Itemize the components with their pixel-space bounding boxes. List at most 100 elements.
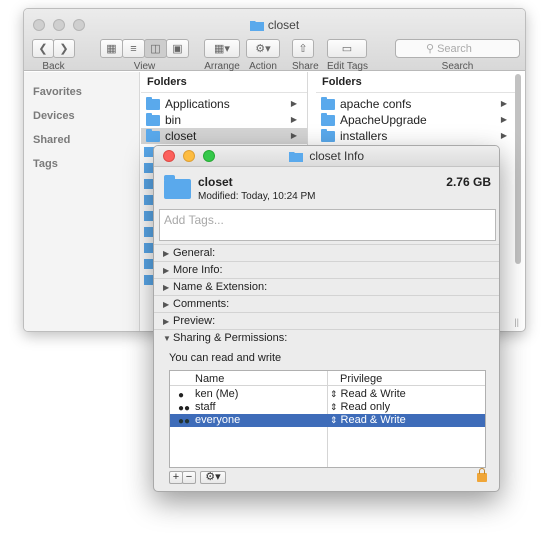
folder-icon [146, 128, 160, 142]
share-label: Share [292, 61, 319, 72]
table-row[interactable]: ●● staff ⇕ Read only [170, 401, 485, 414]
arrange-button[interactable]: ▦▾ [204, 39, 240, 58]
privilege-popup[interactable]: ⇕ Read & Write [330, 388, 406, 401]
section-general[interactable]: ▶ General: [154, 244, 499, 261]
user-name: everyone [195, 414, 241, 426]
edit-tags-group: ▭ Edit Tags [327, 39, 368, 72]
privilege-popup[interactable]: ⇕ Read & Write [330, 414, 406, 427]
info-window: closet Info closet 2.76 GB Modified: Tod… [153, 145, 500, 492]
section-label: Name & Extension: [173, 281, 268, 293]
updown-arrows-icon: ⇕ [330, 402, 338, 412]
sidebar-section-favorites[interactable]: Favorites [33, 86, 82, 98]
share-button[interactable]: ⇧ [292, 39, 314, 58]
folder-icon [146, 112, 160, 126]
section-more-info[interactable]: ▶ More Info: [154, 261, 499, 278]
folder-icon [288, 149, 309, 163]
list-view-button[interactable]: ≡ [122, 39, 145, 58]
action-group: ⚙▾ Action [246, 39, 280, 72]
list-item[interactable]: bin ▶ [141, 112, 307, 128]
disclosure-triangle-icon: ▶ [163, 249, 170, 258]
folder-icon [249, 19, 264, 34]
arrange-group: ▦▾ Arrange [204, 39, 240, 72]
edit-tags-button[interactable]: ▭ [327, 39, 367, 58]
disclosure-triangle-icon: ▶ [163, 300, 170, 309]
forward-button[interactable]: ❯ [53, 39, 75, 58]
coverflow-view-button[interactable]: ▣ [166, 39, 189, 58]
chevron-right-icon: ▶ [290, 99, 297, 108]
finder-toolbar: closet ❮ ❯ Back ▦ ≡ ◫ ▣ View ▦▾ Arrange [24, 9, 525, 72]
folder-icon [321, 96, 335, 110]
folder-icon [164, 175, 191, 199]
chevron-right-icon: ▶ [290, 131, 297, 140]
section-label: General: [173, 247, 216, 259]
columns-icon: ◫ [150, 43, 161, 55]
column-1-header: Folders [141, 72, 307, 93]
tags-placeholder: Add Tags... [164, 213, 224, 227]
vertical-scrollbar[interactable] [515, 74, 521, 264]
tag-icon: ▭ [341, 43, 353, 55]
search-input[interactable]: ⚲ Search [395, 39, 520, 58]
back-button[interactable]: ❮ [32, 39, 54, 58]
folder-icon [321, 128, 335, 142]
info-sections: ▶ General: ▶ More Info: ▶ Name & Extension:… [154, 244, 499, 346]
privilege-value: Read only [340, 401, 391, 413]
disclosure-triangle-icon: ▶ [163, 283, 170, 292]
section-label: Comments: [173, 298, 230, 310]
info-title-text: closet Info [309, 149, 365, 163]
search-icon: ⚲ [426, 43, 435, 55]
section-label: Preview: [173, 315, 216, 327]
column-view-button[interactable]: ◫ [144, 39, 167, 58]
permissions-toolbar: + − ⚙▾ [169, 471, 226, 484]
section-label: More Info: [173, 264, 223, 276]
section-label: Sharing & Permissions: [173, 332, 288, 344]
column-2-header: Folders [316, 72, 517, 93]
action-button[interactable]: ⚙▾ [246, 39, 280, 58]
chevron-left-icon: ❮ [38, 43, 48, 55]
table-row[interactable]: ● ken (Me) ⇕ Read & Write [170, 388, 485, 401]
column-header-name[interactable]: Name [195, 373, 224, 385]
chevron-right-icon: ▶ [500, 99, 507, 108]
lock-icon[interactable] [477, 468, 487, 482]
section-comments[interactable]: ▶ Comments: [154, 295, 499, 312]
permissions-action-button[interactable]: ⚙▾ [200, 471, 226, 484]
grid-icon: ▦ [106, 43, 117, 55]
privilege-popup[interactable]: ⇕ Read only [330, 401, 390, 414]
list-item-selected[interactable]: closet ▶ [141, 128, 307, 144]
icon-view-button[interactable]: ▦ [100, 39, 123, 58]
section-sharing-permissions[interactable]: ▼ Sharing & Permissions: [154, 329, 499, 346]
share-icon: ⇧ [298, 43, 308, 55]
info-titlebar: closet Info [154, 146, 499, 167]
sidebar-section-tags[interactable]: Tags [33, 158, 58, 170]
section-preview[interactable]: ▶ Preview: [154, 312, 499, 329]
search-label: Search [441, 61, 474, 72]
folder-icon [321, 112, 335, 126]
privilege-value: Read & Write [340, 414, 406, 426]
table-row-selected[interactable]: ●● everyone ⇕ Read & Write [170, 414, 485, 427]
updown-arrows-icon: ⇕ [330, 415, 338, 425]
disclosure-triangle-open-icon: ▼ [163, 334, 171, 343]
list-item[interactable]: installers ▶ [316, 128, 517, 144]
list-item[interactable]: apache confs ▶ [316, 96, 517, 112]
tags-input[interactable]: Add Tags... [159, 209, 496, 241]
remove-user-button[interactable]: − [182, 471, 196, 484]
column-header-privilege[interactable]: Privilege [340, 373, 382, 385]
sidebar-section-shared[interactable]: Shared [33, 134, 70, 146]
permissions-table: Name Privilege ● ken (Me) ⇕ Read & Write … [169, 370, 486, 468]
edit-tags-label: Edit Tags [327, 61, 368, 72]
view-label: View [133, 61, 156, 72]
sidebar-section-devices[interactable]: Devices [33, 110, 75, 122]
gear-icon: ⚙▾ [255, 43, 271, 55]
column-resize-handle[interactable]: || [514, 317, 519, 327]
info-title: closet Info [154, 149, 499, 163]
add-user-button[interactable]: + [169, 471, 183, 484]
list-item[interactable]: Applications ▶ [141, 96, 307, 112]
section-name-extension[interactable]: ▶ Name & Extension: [154, 278, 499, 295]
item-label: apache confs [340, 97, 412, 111]
list-item[interactable]: ApacheUpgrade ▶ [316, 112, 517, 128]
sidebar: Favorites Devices Shared Tags [24, 72, 140, 331]
file-size: 2.76 GB [446, 175, 491, 189]
chevron-right-icon: ▶ [500, 131, 507, 140]
table-header: Name Privilege [170, 371, 485, 386]
chevron-right-icon: ▶ [500, 115, 507, 124]
item-label: ApacheUpgrade [340, 113, 427, 127]
